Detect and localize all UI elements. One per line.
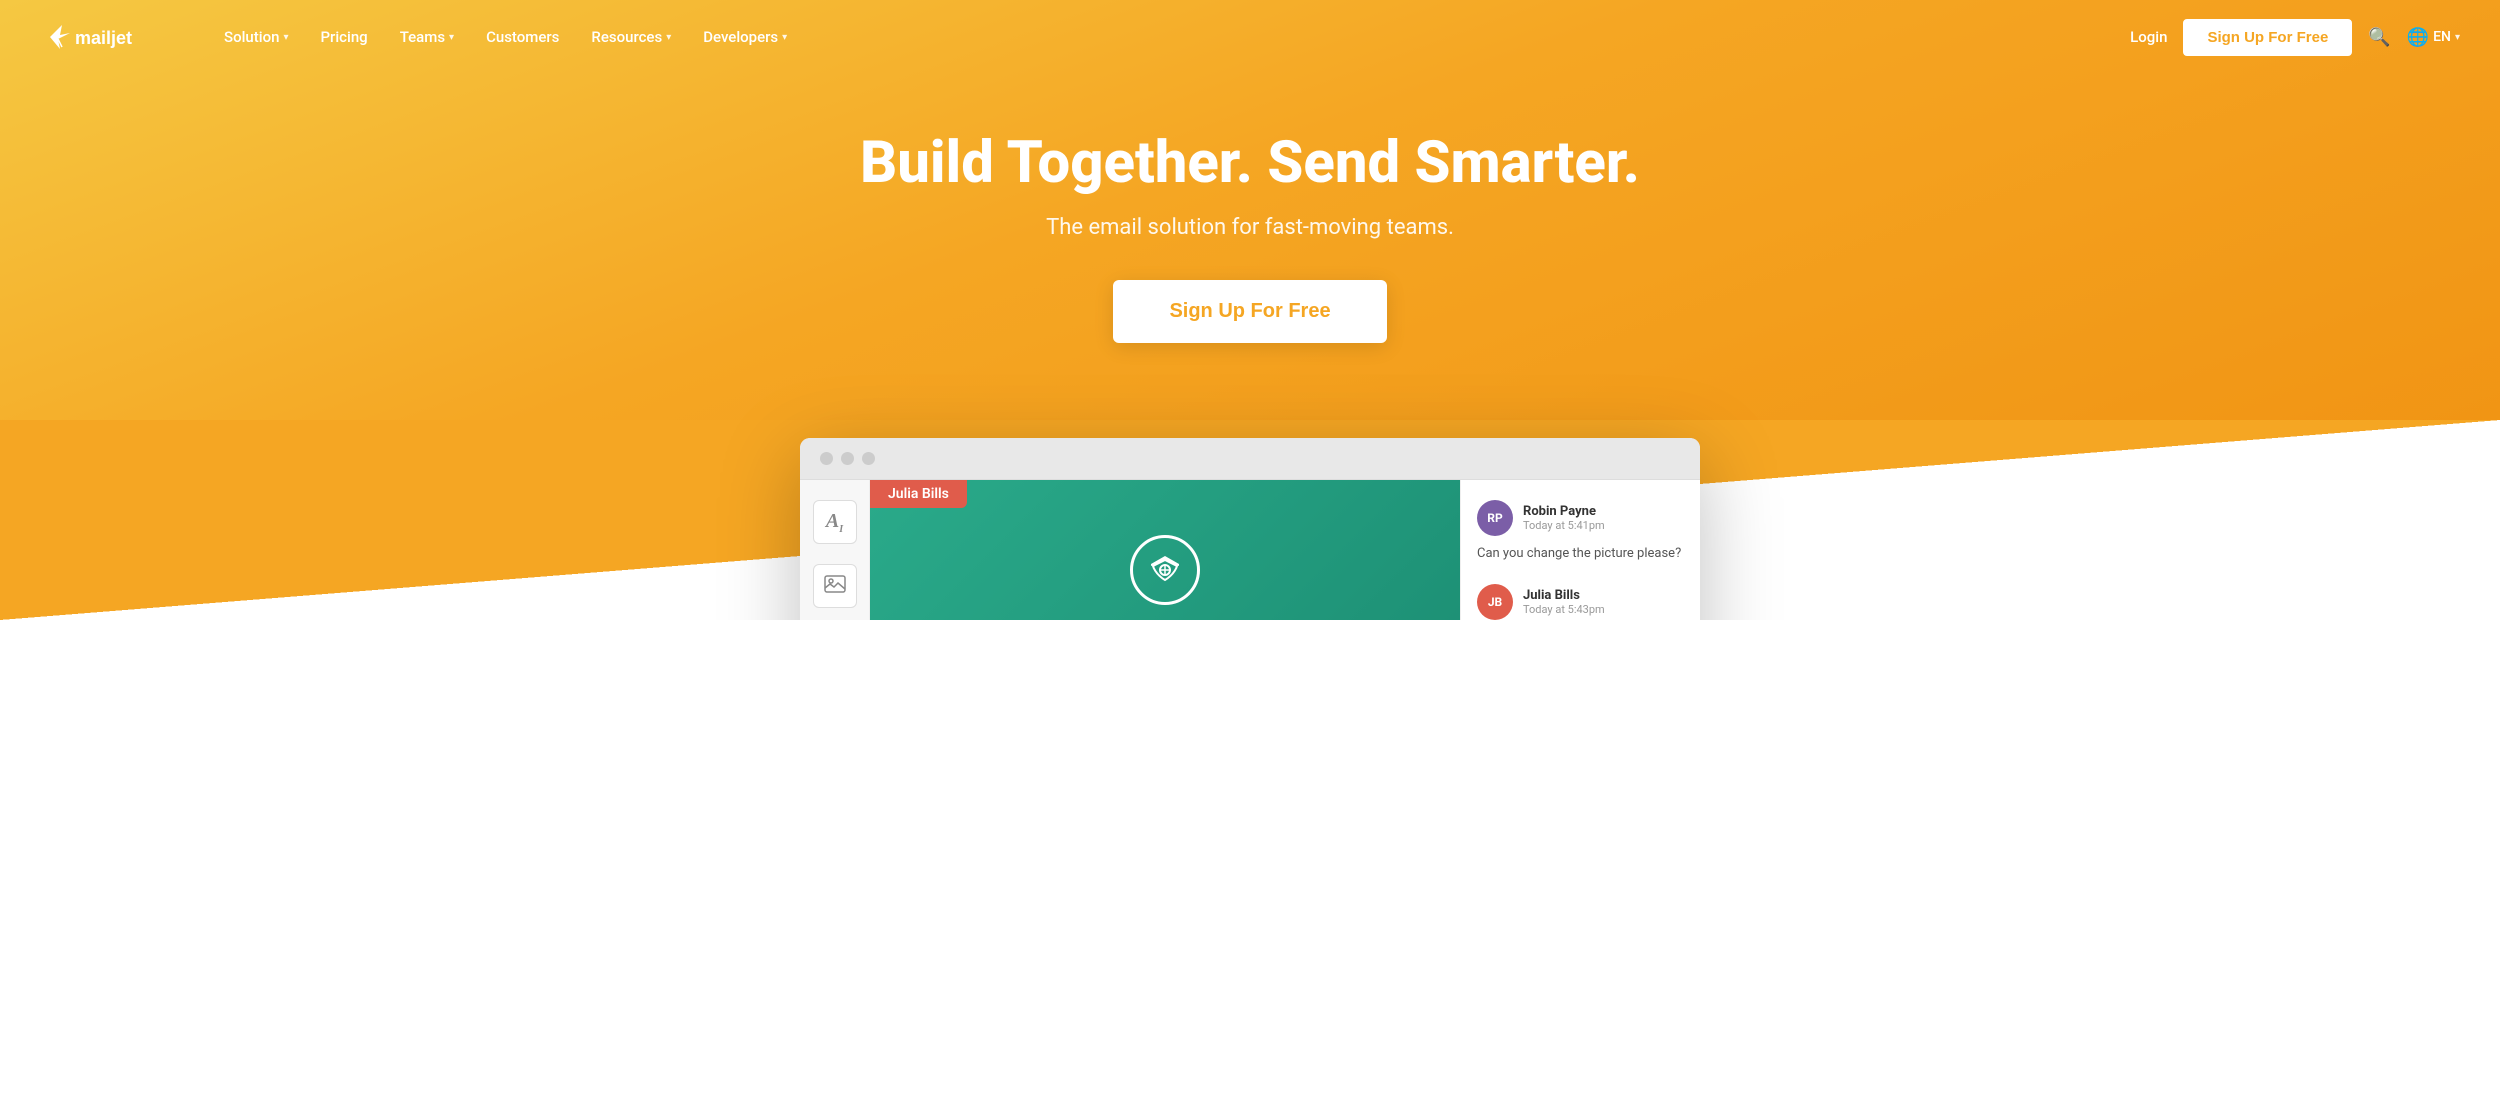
email-recipient-tag: Julia Bills — [870, 480, 967, 508]
nav-teams[interactable]: Teams ▾ — [386, 20, 468, 54]
window-title-bar — [800, 438, 1700, 480]
nav-links: Solution ▾ Pricing Teams ▾ Customers Res… — [210, 20, 2130, 54]
hero-subtitle: The email solution for fast-moving teams… — [1046, 215, 1454, 240]
navbar: mailjet Solution ▾ Pricing Teams ▾ Custo… — [0, 0, 2500, 74]
hero-cta-button[interactable]: Sign Up For Free — [1113, 280, 1386, 343]
nav-pricing[interactable]: Pricing — [306, 20, 381, 54]
email-brand-name: VIDALOKA — [1082, 617, 1248, 621]
comment-2-name: Julia Bills — [1523, 588, 1605, 603]
below-hero-section — [0, 620, 2500, 820]
window-dot-3 — [862, 452, 875, 465]
avatar-jb: JB — [1477, 584, 1513, 620]
toolbar-text-tool[interactable]: AI — [813, 500, 857, 544]
chevron-down-icon: ▾ — [2455, 32, 2460, 43]
chevron-down-icon: ▾ — [666, 32, 671, 43]
comment-2-time: Today at 5:43pm — [1523, 603, 1605, 616]
comment-1-header: RP Robin Payne Today at 5:41pm — [1477, 500, 1684, 536]
comment-1-text: Can you change the picture please? — [1477, 544, 1684, 564]
logo[interactable]: mailjet — [40, 17, 170, 57]
nav-right: Login Sign Up For Free 🔍 🌐 EN ▾ — [2130, 19, 2460, 56]
language-selector[interactable]: EN — [2433, 29, 2451, 45]
comment-2-header: JB Julia Bills Today at 5:43pm — [1477, 584, 1684, 620]
window-dot-2 — [841, 452, 854, 465]
nav-resources[interactable]: Resources ▾ — [577, 20, 685, 54]
email-brand-logo — [1130, 535, 1200, 605]
chevron-down-icon: ▾ — [283, 32, 288, 43]
comments-panel: RP Robin Payne Today at 5:41pm Can you c… — [1460, 480, 1700, 620]
comment-1-time: Today at 5:41pm — [1523, 519, 1605, 532]
toolbar-image-tool[interactable] — [813, 564, 857, 608]
window-body: AI — [800, 480, 1700, 620]
mockup-window-wrapper: AI — [800, 438, 1700, 620]
chevron-down-icon: ▾ — [449, 32, 454, 43]
nav-solution[interactable]: Solution ▾ — [210, 20, 302, 54]
login-link[interactable]: Login — [2130, 28, 2167, 46]
comment-2: JB Julia Bills Today at 5:43pm Done! — [1477, 584, 1684, 621]
editor-toolbar: AI — [800, 480, 870, 620]
search-icon[interactable]: 🔍 — [2368, 27, 2390, 48]
image-icon — [824, 575, 846, 598]
globe-icon[interactable]: 🌐 EN ▾ — [2407, 27, 2460, 48]
nav-customers[interactable]: Customers — [472, 20, 573, 54]
svg-text:mailjet: mailjet — [75, 28, 132, 48]
hero-section: Build Together. Send Smarter. The email … — [0, 0, 2500, 620]
comment-1-name: Robin Payne — [1523, 504, 1605, 519]
comment-1: RP Robin Payne Today at 5:41pm Can you c… — [1477, 500, 1684, 564]
mockup-window: AI — [800, 438, 1700, 620]
avatar-rp: RP — [1477, 500, 1513, 536]
text-icon: AI — [826, 510, 843, 535]
nav-signup-button[interactable]: Sign Up For Free — [2183, 19, 2352, 56]
window-dot-1 — [820, 452, 833, 465]
email-preview-area: Julia Bills VIDALOKA 20% o — [870, 480, 1460, 620]
chevron-down-icon: ▾ — [782, 32, 787, 43]
nav-developers[interactable]: Developers ▾ — [689, 20, 801, 54]
hero-title: Build Together. Send Smarter. — [860, 130, 1640, 197]
